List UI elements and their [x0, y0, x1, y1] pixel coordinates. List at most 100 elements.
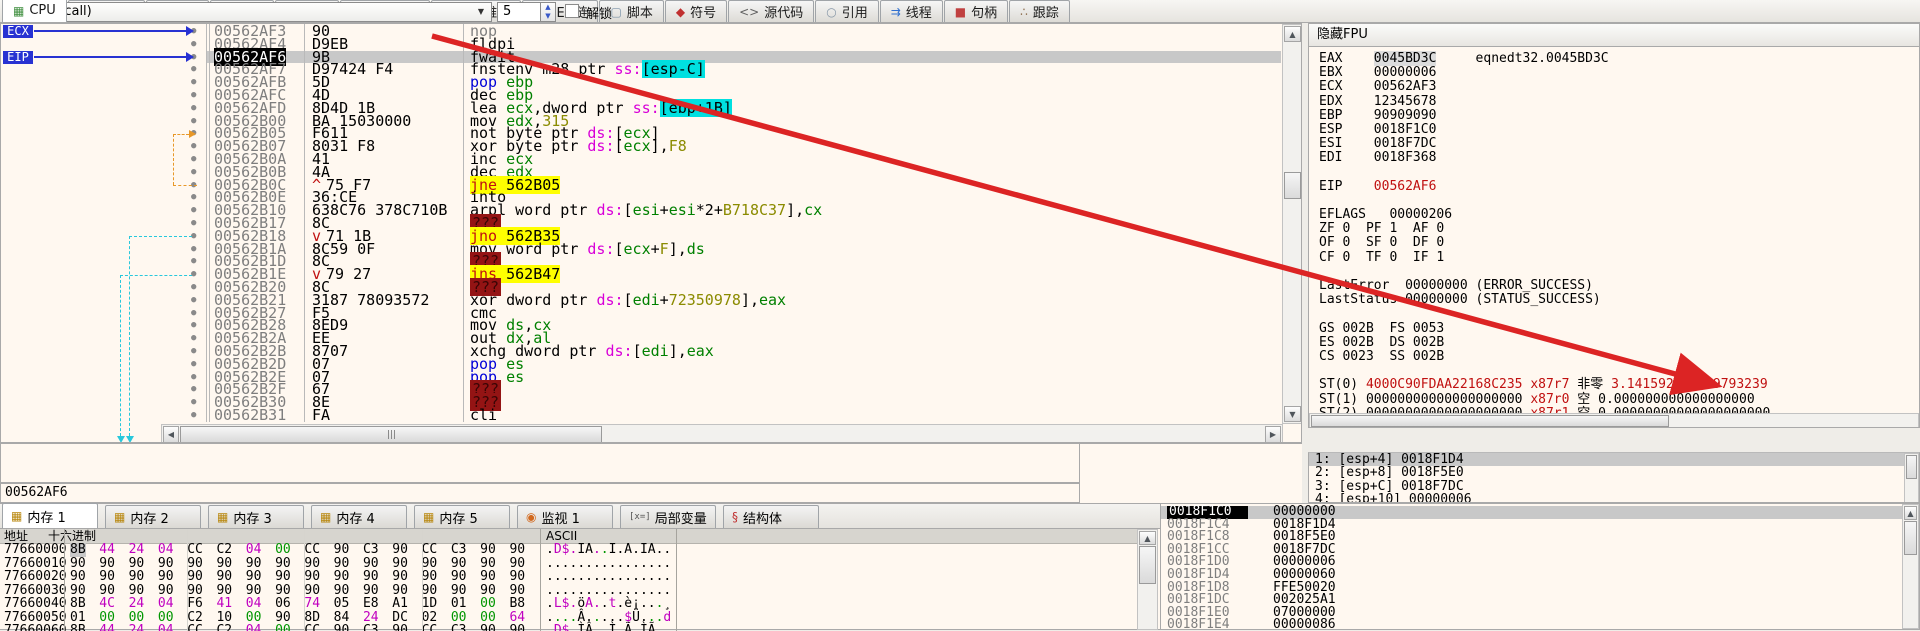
tab-mem4[interactable]: ▦ 内存 4	[311, 505, 407, 528]
disasm-row[interactable]: ● 00562B2F 67???	[1, 380, 1281, 399]
stack-vscroll-thumb[interactable]	[1904, 521, 1917, 555]
argument-row[interactable]: 1: [esp+4] 0018F1D4	[1309, 453, 1919, 466]
memory-dump-pane[interactable]: ▦ 内存 1 ▦ 内存 2 ▦ 内存 3 ▦ 内存 4 ▦ 内存 5 ◉ 监视 1 [x=] 局部变量 § 结…	[0, 503, 1160, 631]
tab-locals[interactable]: [x=] 局部变量	[620, 505, 716, 528]
breakpoint-dot[interactable]: ●	[191, 243, 196, 256]
register-line[interactable]: ST(1) 00000000000000000000 x87r0 空 0.000…	[1319, 392, 1917, 407]
tab-source[interactable]: <> 源代码	[728, 0, 815, 22]
breakpoint-dot[interactable]: ●	[191, 383, 196, 396]
register-line[interactable]: EAX 0045BD3C eqnedt32.0045BD3C	[1319, 51, 1917, 66]
disasm-row[interactable]: ● 00562AF4 D9EB fldpi	[1, 36, 1281, 51]
hide-fpu-button[interactable]: 隐藏FPU	[1309, 24, 1919, 47]
disassembly-pane[interactable]: ● 00562AF3 90 nop ● 00562AF4 D9EB fldpi ● 00562AF…	[0, 23, 1302, 443]
disasm-vscroll-thumb[interactable]	[1284, 172, 1301, 199]
breakpoint-dot[interactable]: ●	[191, 140, 196, 153]
dump-row[interactable]: 77660050 01 00 00 00 C2 10 00 90 8D 84 24 DC 02 00 00 64…	[0, 610, 1137, 625]
breakpoint-dot[interactable]: ●	[191, 281, 196, 294]
register-line[interactable]: LastStatus 00000000 (STATUS_SUCCESS)	[1319, 293, 1917, 307]
breakpoint-dot[interactable]: ●	[191, 217, 196, 230]
disasm-vertical-scrollbar[interactable]: ▲ ▼	[1282, 24, 1301, 424]
breakpoint-dot[interactable]: ●	[191, 319, 196, 332]
tab-mem1[interactable]: ▦ 内存 1	[2, 503, 98, 528]
breakpoint-dot[interactable]: ●	[191, 307, 196, 320]
register-line[interactable]: EDI 0018F368	[1319, 151, 1917, 165]
register-line[interactable]: EBX 00000006	[1319, 66, 1917, 80]
breakpoint-dot[interactable]: ●	[191, 255, 196, 268]
arguments-vscroll-thumb[interactable]	[1906, 455, 1917, 479]
dump-vertical-scrollbar[interactable]: ▲	[1137, 529, 1158, 630]
unlock-checkbox[interactable]	[565, 4, 579, 18]
registers-hscroll-thumb[interactable]	[1311, 415, 1669, 427]
scroll-left-button[interactable]: ◀	[163, 426, 179, 442]
breakpoint-dot[interactable]: ●	[191, 166, 196, 179]
register-line[interactable]: ST(0) 4000C90FDAA22168C235 x87r7 非零 3.14…	[1319, 378, 1917, 392]
disasm-row[interactable]: ● 00562B10 638C76 378C710B arpl word ptr ds…	[1, 203, 1281, 218]
scroll-up-button[interactable]: ▲	[1139, 531, 1156, 545]
scroll-right-button[interactable]: ▶	[1265, 426, 1281, 442]
dump-row[interactable]: 77660020 90 90 90 90 90 90 90 90 90 90 90 90 90 90 90 90…	[0, 570, 1137, 584]
disasm-row[interactable]: ● 00562B2E 07 pop es	[1, 369, 1281, 384]
register-line[interactable]: ES 002B DS 002B	[1319, 335, 1917, 350]
disasm-hscroll-thumb[interactable]	[180, 426, 602, 442]
arguments-vertical-scrollbar[interactable]	[1904, 453, 1919, 502]
argument-row[interactable]: 2: [esp+8] 0018F5E0	[1309, 466, 1919, 480]
tab-references[interactable]: ○ 引用	[815, 0, 879, 22]
disasm-row[interactable]: ● 00562B0A 41 inc ecx	[1, 151, 1281, 166]
breakpoint-dot[interactable]: ●	[191, 294, 196, 307]
breakpoint-dot[interactable]: ●	[191, 191, 196, 204]
register-line[interactable]: CS 0023 SS 002B	[1319, 349, 1917, 364]
scroll-up-button[interactable]: ▲	[1284, 26, 1301, 42]
breakpoint-dot[interactable]: ●	[191, 409, 196, 422]
tab-symbols[interactable]: ◆ 符号	[664, 0, 728, 22]
disasm-row[interactable]: ● 00562B2B 8707 xchg dword ptr ds:[edi],eax	[1, 343, 1281, 358]
breakpoint-dot[interactable]: ●	[191, 396, 196, 409]
disasm-row[interactable]: ● 00562B0B 4A dec edx	[1, 164, 1281, 179]
tab-watch1[interactable]: ◉ 监视 1	[517, 505, 613, 528]
breakpoint-dot[interactable]: ●	[191, 371, 196, 384]
breakpoint-dot[interactable]: ●	[191, 204, 196, 217]
register-line[interactable]: ESP 0018F1C0	[1319, 122, 1917, 137]
dump-row[interactable]: 77660030 90 90 90 90 90 90 90 90 90 90 90 90 90 90 90 90…	[0, 583, 1137, 598]
disasm-row[interactable]: ● 00562AF7 D97424 F4 fnstenv m28 ptr ss:[es…	[1, 60, 1281, 79]
register-line[interactable]	[1319, 364, 1917, 378]
disasm-row[interactable]: ● 00562B27 F5 cmc	[1, 305, 1281, 320]
argument-row[interactable]: 3: [esp+C] 0018F7DC	[1309, 479, 1919, 493]
breakpoint-dot[interactable]: ●	[191, 115, 196, 128]
breakpoint-dot[interactable]: ●	[191, 76, 196, 89]
tab-mem5[interactable]: ▦ 内存 5	[414, 505, 510, 528]
register-line[interactable]	[1319, 265, 1917, 279]
disasm-row[interactable]: ● 00562B28 8ED9 mov ds,cx	[1, 318, 1281, 333]
argument-row[interactable]: 4: [esp+10] 00000006	[1309, 493, 1919, 502]
disasm-horizontal-scrollbar[interactable]: ◀ ▶	[161, 424, 1283, 442]
disasm-row[interactable]: ● 00562B1D 8C???	[1, 252, 1281, 271]
register-line[interactable]	[1319, 166, 1917, 180]
register-line[interactable]: GS 002B FS 0053	[1319, 321, 1917, 336]
register-line[interactable]: ESI 0018F7DC	[1319, 137, 1917, 151]
dump-row[interactable]: 77660000 8B 44 24 04 CC C2 04 00 CC 90 C3 90 CC C3 90 90…	[0, 543, 1137, 557]
tab-handles[interactable]: ■ 句柄	[943, 0, 1009, 22]
stack-vertical-scrollbar[interactable]: ▲	[1902, 504, 1919, 629]
breakpoint-dot[interactable]: ●	[191, 345, 196, 358]
register-line[interactable]: CF 0 TF 0 IF 1	[1319, 250, 1917, 265]
breakpoint-dot[interactable]: ●	[191, 63, 196, 76]
register-line[interactable]: ECX 00562AF3	[1319, 80, 1917, 94]
register-line[interactable]: ZF 0 PF 1 AF 0	[1319, 222, 1917, 236]
disasm-row[interactable]: ● 00562AFB 5D pop ebp	[1, 75, 1281, 90]
tab-trace[interactable]: ∴ 跟踪	[1009, 0, 1070, 22]
disasm-row[interactable]: ● 00562B1E v 79 27 jns 562B47	[1, 265, 1281, 284]
breakpoint-dot[interactable]: ●	[191, 153, 196, 166]
tab-cpu[interactable]: ▦ CPU	[2, 0, 67, 22]
arguments-list[interactable]: 1: [esp+4] 0018F1D4 2: [esp+8] 0018F5E0 3:…	[1308, 452, 1920, 503]
disasm-row[interactable]: ● 00562B1A 8C59 0F mov word ptr ds:[ecx+F],…	[1, 241, 1281, 256]
arg-count-spin-buttons[interactable]: ▲ ▼	[541, 2, 556, 22]
tab-mem3[interactable]: ▦ 内存 3	[208, 505, 304, 528]
registers-horizontal-scrollbar[interactable]	[1309, 413, 1919, 427]
calling-convention-select[interactable]: 默认 (stdcall) ▼	[2, 2, 492, 22]
disasm-row[interactable]: ● 00562B30 8E???	[1, 393, 1281, 412]
disasm-row[interactable]: ● 00562AFD 8D4D 1B lea ecx,dword ptr ss:[eb…	[1, 98, 1281, 117]
register-line[interactable]: OF 0 SF 0 DF 0	[1319, 236, 1917, 250]
scroll-down-button[interactable]: ▼	[1284, 406, 1301, 422]
breakpoint-dot[interactable]: ●	[191, 358, 196, 371]
dump-vscroll-thumb[interactable]	[1139, 546, 1156, 584]
stack-pane[interactable]: 0018F1C0 00000000 0018F1C4 0018F1D4 0018F1C8…	[1160, 503, 1920, 630]
